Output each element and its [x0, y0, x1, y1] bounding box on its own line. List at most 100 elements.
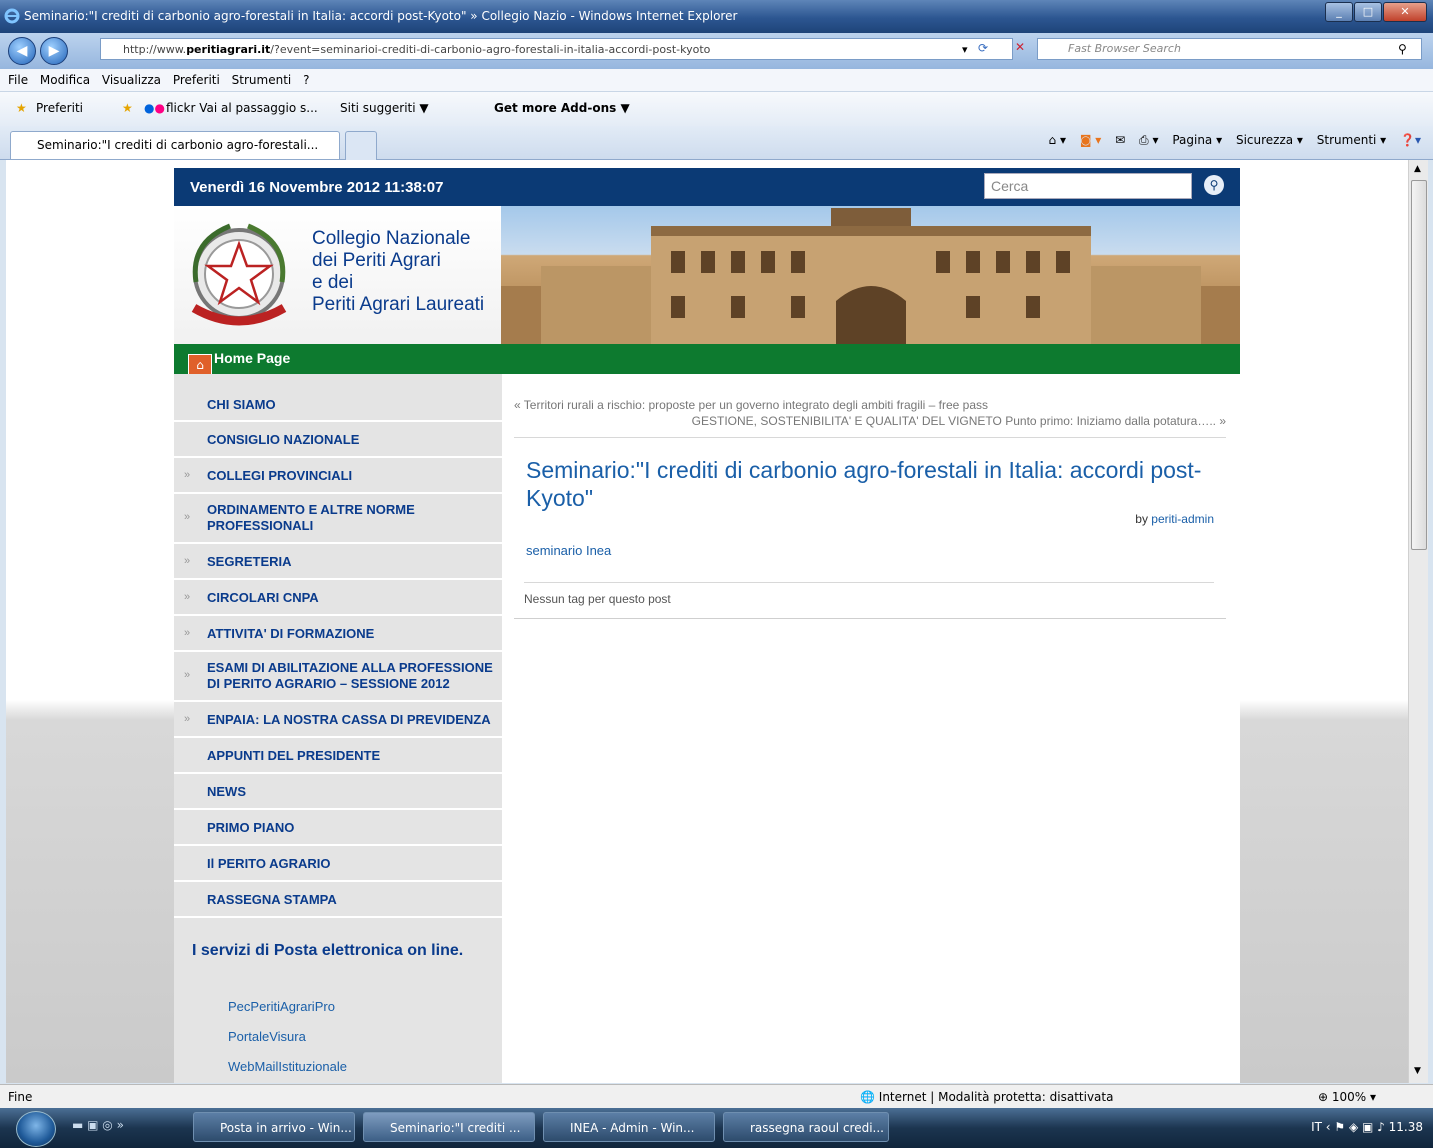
stop-icon[interactable]: ✕ — [1015, 40, 1025, 54]
clock[interactable]: 11.38 — [1389, 1120, 1423, 1134]
zoom-level[interactable]: ⊕ 100% ▾ — [1318, 1090, 1376, 1104]
nav-item-news[interactable]: NEWS — [174, 774, 502, 810]
nav-item-primo-piano[interactable]: PRIMO PIANO — [174, 810, 502, 846]
tray-icons[interactable]: ‹ ⚑ ◈ ▣ ♪ — [1326, 1120, 1389, 1134]
divider — [514, 618, 1226, 619]
mail-icon[interactable]: ✉ — [1115, 133, 1125, 147]
status-bar: Fine 🌐 Internet | Modalità protetta: dis… — [0, 1084, 1433, 1109]
back-button[interactable]: ◀ — [8, 37, 36, 65]
close-button[interactable]: ✕ — [1383, 2, 1427, 22]
site-header: Collegio Nazionale dei Periti Agrari e d… — [174, 206, 1240, 344]
print-icon[interactable]: ⎙ ▾ — [1139, 133, 1158, 147]
command-bar: ⌂ ▾ ◙ ▾ ✉ ⎙ ▾ Pagina ▾ Sicurezza ▾ Strum… — [1039, 133, 1421, 148]
header-photo — [501, 206, 1240, 344]
task-posta-in-arrivo[interactable]: Posta in arrivo - Win... — [193, 1112, 355, 1142]
refresh-icon[interactable]: ⟳ — [978, 41, 988, 55]
nav-item-esami-abilitazione[interactable]: » ESAMI DI ABILITAZIONE ALLA PROFESSIONE… — [174, 652, 502, 702]
help-icon[interactable]: ❓▾ — [1400, 133, 1421, 147]
search-icon[interactable]: ⚲ — [1398, 42, 1407, 56]
vertical-scrollbar[interactable]: ▲ ▼ — [1408, 160, 1428, 1083]
mail-link-pec[interactable]: PecPeritiAgrariPro — [228, 999, 335, 1014]
security-zone: 🌐 Internet | Modalità protetta: disattiv… — [860, 1090, 1114, 1104]
favorites-bar: ★ Preferiti ★ ●● flickr Vai al passaggio… — [0, 92, 1433, 126]
menu-visualizza[interactable]: Visualizza — [102, 73, 161, 87]
task-rassegna[interactable]: rassegna raoul credi... — [723, 1112, 889, 1142]
post-link-seminario[interactable]: seminario Inea — [526, 543, 611, 558]
site-search-icon[interactable]: ⚲ — [1204, 175, 1224, 195]
post-tags: Nessun tag per questo post — [524, 592, 671, 606]
task-seminario[interactable]: Seminario:"I crediti ... — [363, 1112, 535, 1142]
menu-strumenti[interactable]: Strumenti — [232, 73, 292, 87]
maximize-button[interactable]: □ — [1354, 2, 1382, 22]
next-post-link[interactable]: GESTIONE, SOSTENIBILITA' E QUALITA' DEL … — [692, 414, 1226, 428]
task-inea-admin[interactable]: INEA - Admin - Win... — [543, 1112, 715, 1142]
scroll-up-icon[interactable]: ▲ — [1414, 164, 1421, 174]
flickr-icon: ●● — [144, 101, 165, 115]
scrollbar-thumb[interactable] — [1411, 180, 1427, 550]
address-bar[interactable]: http://www.peritiagrari.it/?event=semina… — [100, 38, 1013, 60]
nav-item-chi-siamo[interactable]: CHI SIAMO — [174, 386, 502, 422]
window-title: Seminario:"I crediti di carbonio agro-fo… — [24, 9, 738, 23]
tools-menu[interactable]: Strumenti ▾ — [1317, 133, 1386, 147]
windows-taskbar: ▬ ▣ ◎ » Posta in arrivo - Win... Seminar… — [0, 1108, 1433, 1148]
post-title: Seminario:"I crediti di carbonio agro-fo… — [526, 457, 1202, 511]
globe-icon: 🌐 — [860, 1090, 875, 1104]
page-menu[interactable]: Pagina ▾ — [1172, 133, 1222, 147]
suggested-sites-link[interactable]: Siti suggeriti ▼ — [340, 101, 429, 115]
scroll-down-icon[interactable]: ▼ — [1414, 1066, 1421, 1076]
ie-logo-icon — [4, 8, 20, 27]
organization-name: Collegio Nazionale dei Periti Agrari e d… — [312, 228, 485, 315]
site-container: Venerdì 16 Novembre 2012 11:38:07 Cerca … — [174, 160, 1240, 1083]
window-titlebar: Seminario:"I crediti di carbonio agro-fo… — [0, 0, 1433, 33]
mail-services-heading: I servizi di Posta elettronica on line. — [192, 942, 464, 959]
star-icon: ★ — [16, 101, 27, 115]
browser-search-input[interactable]: Fast Browser Search — [1037, 38, 1422, 60]
home-icon[interactable]: ⌂ ▾ — [1049, 133, 1066, 147]
dropdown-icon[interactable]: ▾ — [962, 43, 968, 56]
mail-link-webmail[interactable]: WebMailIstituzionale — [228, 1059, 347, 1074]
mail-link-portale-visura[interactable]: PortaleVisura — [228, 1029, 306, 1044]
author-link[interactable]: periti-admin — [1151, 512, 1214, 526]
nav-item-appunti-presidente[interactable]: APPUNTI DEL PRESIDENTE — [174, 738, 502, 774]
addons-link[interactable]: Get more Add-ons ▼ — [494, 101, 630, 115]
flickr-link[interactable]: flickr Vai al passaggio s... — [166, 101, 318, 115]
feeds-icon[interactable]: ◙ ▾ — [1080, 133, 1101, 147]
quick-launch-icon[interactable]: ▬ ▣ ◎ » — [72, 1118, 124, 1132]
nav-item-collegi-provinciali[interactable]: » COLLEGI PROVINCIALI — [174, 458, 502, 494]
favorites-button[interactable]: Preferiti — [36, 101, 83, 115]
language-indicator[interactable]: IT — [1311, 1120, 1322, 1134]
start-button[interactable] — [16, 1111, 56, 1147]
nav-item-rassegna-stampa[interactable]: RASSEGNA STAMPA — [174, 882, 502, 918]
current-date: Venerdì 16 Novembre 2012 11:38:07 — [190, 179, 444, 196]
previous-post-link[interactable]: « Territori rurali a rischio: proposte p… — [514, 398, 988, 412]
menu-help[interactable]: ? — [303, 73, 309, 87]
menu-file[interactable]: File — [8, 73, 28, 87]
nav-item-circolari-cnpa[interactable]: » CIRCOLARI CNPA — [174, 580, 502, 616]
safety-menu[interactable]: Sicurezza ▾ — [1236, 133, 1303, 147]
nav-item-segreteria[interactable]: » SEGRETERIA — [174, 544, 502, 580]
emblem-logo — [180, 212, 298, 340]
nav-item-consiglio-nazionale[interactable]: CONSIGLIO NAZIONALE — [174, 422, 502, 458]
home-page-link[interactable]: Home Page — [214, 350, 290, 366]
nav-item-ordinamento[interactable]: » ORDINAMENTO E ALTRE NORME PROFESSIONAL… — [174, 494, 502, 544]
home-bar: ⌂ Home Page — [174, 344, 1240, 376]
minimize-button[interactable]: _ — [1325, 2, 1353, 22]
home-page-icon[interactable]: ⌂ — [188, 354, 212, 376]
menu-modifica[interactable]: Modifica — [40, 73, 90, 87]
tab-seminario[interactable]: Seminario:"I crediti di carbonio agro-fo… — [10, 131, 340, 159]
address-toolbar: ◀ ▶ http://www.peritiagrari.it/?event=se… — [0, 33, 1433, 69]
tab-bar: Seminario:"I crediti di carbonio agro-fo… — [0, 126, 1433, 160]
menu-bar: File Modifica Visualizza Preferiti Strum… — [0, 69, 1433, 92]
add-favorite-icon[interactable]: ★ — [122, 101, 133, 115]
menu-preferiti[interactable]: Preferiti — [173, 73, 220, 87]
nav-item-attivita-formazione[interactable]: » ATTIVITA' DI FORMAZIONE — [174, 616, 502, 652]
new-tab-button[interactable] — [345, 131, 377, 160]
nav-item-perito-agrario[interactable]: Il PERITO AGRARIO — [174, 846, 502, 882]
sidebar-nav: CHI SIAMO CONSIGLIO NAZIONALE » COLLEGI … — [174, 374, 502, 1083]
divider — [524, 582, 1214, 583]
site-search-input[interactable]: Cerca — [984, 173, 1192, 199]
forward-button[interactable]: ▶ — [40, 37, 68, 65]
page-viewport: Venerdì 16 Novembre 2012 11:38:07 Cerca … — [6, 160, 1408, 1083]
system-tray: IT ‹ ⚑ ◈ ▣ ♪ 11.38 — [1311, 1120, 1423, 1134]
nav-item-enpaia[interactable]: » ENPAIA: LA NOSTRA CASSA DI PREVIDENZA — [174, 702, 502, 738]
